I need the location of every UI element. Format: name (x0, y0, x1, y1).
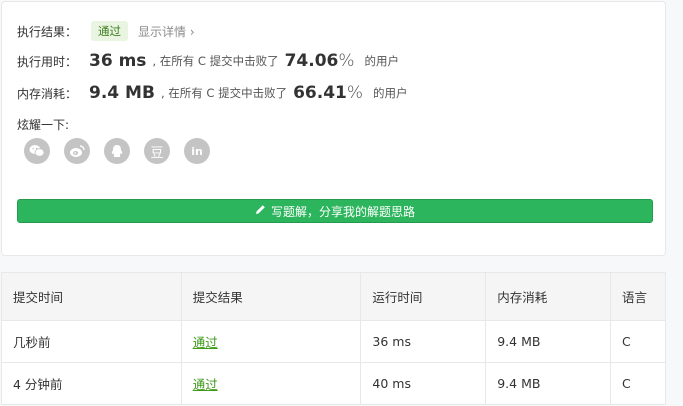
memory-row: 内存消耗： 9.4 MB , 在所有 C 提交中击败了 66.41% 的用户 (17, 83, 408, 103)
runtime-tail-text: 的用户 (364, 54, 400, 68)
weibo-icon[interactable] (64, 138, 90, 164)
cell-memory: 9.4 MB (485, 362, 612, 405)
header-submit-result: 提交结果 (180, 272, 362, 321)
header-memory: 内存消耗 (485, 272, 612, 321)
table-header-row: 提交时间 提交结果 运行时间 内存消耗 语言 (1, 272, 666, 321)
result-label: 执行结果： (17, 24, 78, 39)
memory-percent-sign: % (346, 83, 364, 103)
linkedin-glyph: in (191, 144, 203, 158)
runtime-percent-sign: % (338, 51, 355, 71)
douban-icon[interactable]: 豆 (144, 138, 170, 164)
header-language: 语言 (610, 272, 666, 321)
share-label: 炫耀一下: (17, 118, 70, 132)
qq-icon[interactable] (104, 138, 130, 164)
wechat-icon[interactable] (24, 138, 50, 164)
share-icons: 豆 in (24, 138, 224, 164)
header-submit-time: 提交时间 (1, 272, 182, 321)
runtime-label: 执行用时： (17, 54, 78, 69)
cell-submit-time: 几秒前 (1, 320, 182, 363)
cell-result-link[interactable]: 通过 (180, 320, 362, 363)
cell-runtime: 40 ms (360, 362, 487, 405)
cell-result-link[interactable]: 通过 (180, 362, 362, 405)
pencil-icon (255, 204, 266, 218)
memory-value: 9.4 MB (89, 83, 155, 103)
memory-middle-text: , 在所有 C 提交中击败了 (160, 86, 288, 100)
share-label-row: 炫耀一下: (17, 116, 69, 133)
linkedin-icon[interactable]: in (184, 138, 210, 164)
status-badge: 通过 (91, 21, 129, 41)
runtime-middle-text: , 在所有 C 提交中击败了 (152, 54, 279, 68)
cell-memory: 9.4 MB (485, 320, 612, 363)
runtime-row: 执行用时： 36 ms , 在所有 C 提交中击败了 74.06% 的用户 (17, 51, 399, 71)
memory-tail-text: 的用户 (373, 86, 408, 100)
result-row: 执行结果： 通过 显示详情 › (17, 21, 195, 41)
cell-submit-time: 4 分钟前 (1, 362, 182, 405)
memory-percent: 66.41 (293, 83, 347, 103)
memory-label: 内存消耗： (17, 86, 78, 101)
write-solution-button[interactable]: 写题解，分享我的解题思路 (17, 199, 653, 223)
cell-language: C (610, 362, 666, 405)
submission-result-card: 执行结果： 通过 显示详情 › 执行用时： 36 ms , 在所有 C 提交中击… (1, 1, 666, 256)
cell-language: C (610, 320, 666, 363)
header-runtime: 运行时间 (360, 272, 487, 321)
write-solution-label: 写题解，分享我的解题思路 (270, 204, 415, 219)
runtime-percent: 74.06 (284, 51, 339, 71)
table-row: 几秒前 通过 36 ms 9.4 MB C (1, 320, 666, 363)
show-details-link[interactable]: 显示详情 › (138, 23, 195, 40)
table-row: 4 分钟前 通过 40 ms 9.4 MB C (1, 362, 666, 405)
submissions-table: 提交时间 提交结果 运行时间 内存消耗 语言 几秒前 通过 36 ms 9.4 … (1, 272, 666, 405)
douban-glyph: 豆 (150, 145, 164, 161)
cell-runtime: 36 ms (360, 320, 487, 363)
runtime-value: 36 ms (89, 51, 147, 71)
